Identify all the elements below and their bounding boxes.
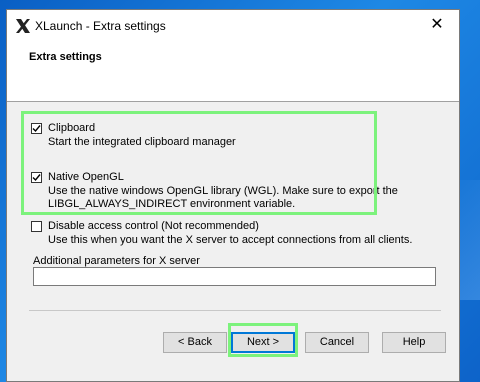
disable-access-control-description: Use this when you want the X server to a… xyxy=(48,234,413,246)
page-title: Extra settings xyxy=(29,51,102,63)
help-button[interactable]: Help xyxy=(382,332,446,353)
header-divider xyxy=(7,101,459,102)
additional-params-input[interactable] xyxy=(33,267,436,286)
highlight-box-next xyxy=(228,323,298,357)
disable-access-control-label[interactable]: Disable access control (Not recommended) xyxy=(48,220,259,232)
x-logo-icon xyxy=(16,19,30,33)
disable-access-control-checkbox[interactable] xyxy=(31,221,42,232)
title-bar[interactable]: XLaunch - Extra settings ✕ xyxy=(7,10,459,41)
wizard-header: Extra settings xyxy=(7,41,459,101)
back-button[interactable]: < Back xyxy=(163,332,227,353)
additional-params-label: Additional parameters for X server xyxy=(33,255,200,267)
cancel-button[interactable]: Cancel xyxy=(305,332,369,353)
xlaunch-window: XLaunch - Extra settings ✕ Extra setting… xyxy=(6,9,460,382)
close-button[interactable]: ✕ xyxy=(423,13,451,37)
highlight-box-options xyxy=(21,111,377,215)
button-divider xyxy=(29,310,441,311)
window-title: XLaunch - Extra settings xyxy=(35,19,166,33)
